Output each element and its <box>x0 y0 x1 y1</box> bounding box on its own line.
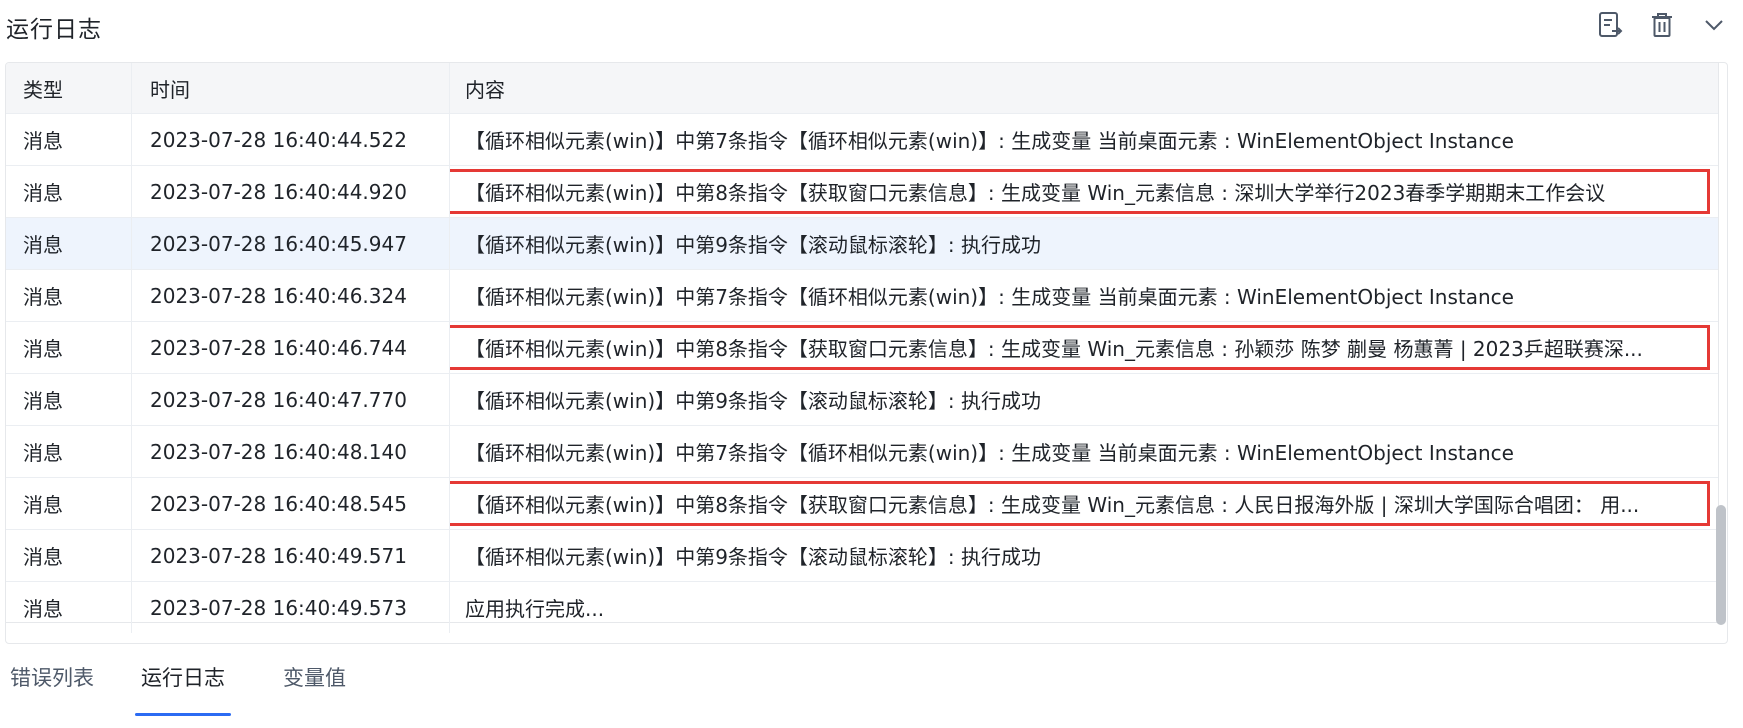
table-row[interactable]: 消息 2023-07-28 16:40:48.545 【循环相似元素(win)】中第… <box>6 477 1718 530</box>
cell-content: 【循环相似元素(win)】中第8条指令【获取窗口元素信息】: 生成变量 Win_… <box>449 165 1718 218</box>
cell-content-text: 【循环相似元素(win)】中第9条指令【滚动鼠标滚轮】: 执行成功 <box>465 545 1042 569</box>
table-row[interactable]: 消息 2023-07-28 16:40:49.573 应用执行完成... <box>6 581 1719 634</box>
column-header-type[interactable]: 类型 <box>6 63 132 114</box>
tab-run-log[interactable]: 运行日志 <box>135 660 231 716</box>
trash-icon[interactable] <box>1647 8 1677 42</box>
cell-time: 2023-07-28 16:40:44.522 <box>131 113 450 166</box>
scrollbar[interactable] <box>1715 63 1727 641</box>
cell-type: 消息 <box>6 373 132 426</box>
cell-time: 2023-07-28 16:40:48.140 <box>131 425 450 478</box>
cell-time: 2023-07-28 16:40:48.545 <box>131 477 450 530</box>
cell-time: 2023-07-28 16:40:47.770 <box>131 373 450 426</box>
table-header-row: 类型 时间 内容 <box>6 63 1718 114</box>
cell-time: 2023-07-28 16:40:46.324 <box>131 269 450 322</box>
cell-content-text: 【循环相似元素(win)】中第8条指令【获取窗口元素信息】: 生成变量 Win_… <box>465 493 1640 517</box>
chevron-down-icon[interactable] <box>1699 8 1729 42</box>
tab-label: 变量值 <box>283 666 346 690</box>
tab-variables[interactable]: 变量值 <box>283 660 346 716</box>
table-row[interactable]: 消息 2023-07-28 16:40:48.140 【循环相似元素(win)】中第… <box>6 425 1718 478</box>
cell-time: 2023-07-28 16:40:45.947 <box>131 217 450 270</box>
cell-type: 消息 <box>6 581 132 633</box>
cell-content-text: 【循环相似元素(win)】中第7条指令【循环相似元素(win)】: 生成变量 当… <box>465 129 1514 153</box>
cell-type: 消息 <box>6 425 132 478</box>
cell-type: 消息 <box>6 269 132 322</box>
cell-content-text: 【循环相似元素(win)】中第8条指令【获取窗口元素信息】: 生成变量 Win_… <box>465 181 1606 205</box>
cell-time: 2023-07-28 16:40:49.571 <box>131 529 450 582</box>
table-row[interactable]: 消息 2023-07-28 16:40:47.770 【循环相似元素(win)】中第… <box>6 373 1718 426</box>
header-actions <box>1595 8 1729 42</box>
table-row[interactable]: 消息 2023-07-28 16:40:44.920 【循环相似元素(win)】中第… <box>6 165 1718 218</box>
bottom-tabs: 错误列表 运行日志 变量值 <box>0 660 1743 720</box>
table-row[interactable]: 消息 2023-07-28 16:40:46.324 【循环相似元素(win)】中第… <box>6 269 1718 322</box>
cell-content-text: 【循环相似元素(win)】中第9条指令【滚动鼠标滚轮】: 执行成功 <box>465 389 1042 413</box>
cell-type: 消息 <box>6 529 132 582</box>
cell-content: 【循环相似元素(win)】中第8条指令【获取窗口元素信息】: 生成变量 Win_… <box>449 321 1718 374</box>
cell-content: 【循环相似元素(win)】中第9条指令【滚动鼠标滚轮】: 执行成功 <box>449 217 1718 270</box>
panel-title: 运行日志 <box>6 17 102 43</box>
cell-type: 消息 <box>6 477 132 530</box>
cell-content: 【循环相似元素(win)】中第9条指令【滚动鼠标滚轮】: 执行成功 <box>449 373 1718 426</box>
tab-label: 错误列表 <box>10 666 94 690</box>
cell-content: 【循环相似元素(win)】中第7条指令【循环相似元素(win)】: 生成变量 当… <box>449 113 1718 166</box>
cell-content-text: 应用执行完成... <box>465 597 605 621</box>
tab-error-list[interactable]: 错误列表 <box>10 660 94 716</box>
scrollbar-thumb[interactable] <box>1716 505 1726 625</box>
cell-content: 【循环相似元素(win)】中第9条指令【滚动鼠标滚轮】: 执行成功 <box>449 529 1718 582</box>
log-table-container: 类型 时间 内容 消息 2023-07-28 16:40:44.522 【循环相似元… <box>6 63 1719 633</box>
cell-content: 【循环相似元素(win)】中第7条指令【循环相似元素(win)】: 生成变量 当… <box>449 425 1718 478</box>
cell-content-text: 【循环相似元素(win)】中第8条指令【获取窗口元素信息】: 生成变量 Win_… <box>465 337 1643 361</box>
column-header-time[interactable]: 时间 <box>131 63 450 114</box>
table-row[interactable]: 消息 2023-07-28 16:40:45.947 【循环相似元素(win)】中第… <box>6 217 1718 270</box>
log-table: 类型 时间 内容 消息 2023-07-28 16:40:44.522 【循环相似元… <box>6 63 1718 633</box>
cell-time: 2023-07-28 16:40:46.744 <box>131 321 450 374</box>
table-row[interactable]: 消息 2023-07-28 16:40:44.522 【循环相似元素(win)】中第… <box>6 113 1718 166</box>
cell-content-text: 【循环相似元素(win)】中第9条指令【滚动鼠标滚轮】: 执行成功 <box>465 233 1042 257</box>
export-log-icon[interactable] <box>1595 8 1625 42</box>
column-header-content[interactable]: 内容 <box>449 63 1718 114</box>
cell-time: 2023-07-28 16:40:49.573 <box>131 581 450 633</box>
cell-content: 【循环相似元素(win)】中第8条指令【获取窗口元素信息】: 生成变量 Win_… <box>449 477 1718 530</box>
cell-content: 应用执行完成... <box>450 582 1719 634</box>
cell-time: 2023-07-28 16:40:44.920 <box>131 165 450 218</box>
cell-type: 消息 <box>6 165 132 218</box>
table-row[interactable]: 消息 2023-07-28 16:40:49.571 【循环相似元素(win)】中第… <box>6 529 1718 582</box>
cell-content-text: 【循环相似元素(win)】中第7条指令【循环相似元素(win)】: 生成变量 当… <box>465 285 1514 309</box>
cell-content-text: 【循环相似元素(win)】中第7条指令【循环相似元素(win)】: 生成变量 当… <box>465 441 1514 465</box>
table-row[interactable]: 消息 2023-07-28 16:40:46.744 【循环相似元素(win)】中第… <box>6 321 1718 374</box>
cell-type: 消息 <box>6 217 132 270</box>
tab-label: 运行日志 <box>141 666 225 690</box>
cell-content: 【循环相似元素(win)】中第7条指令【循环相似元素(win)】: 生成变量 当… <box>449 269 1718 322</box>
log-panel: 类型 时间 内容 消息 2023-07-28 16:40:44.522 【循环相似元… <box>5 62 1728 644</box>
cell-type: 消息 <box>6 321 132 374</box>
log-table-body: 消息 2023-07-28 16:40:44.522 【循环相似元素(win)】中第… <box>6 113 1719 634</box>
cell-type: 消息 <box>6 113 132 166</box>
